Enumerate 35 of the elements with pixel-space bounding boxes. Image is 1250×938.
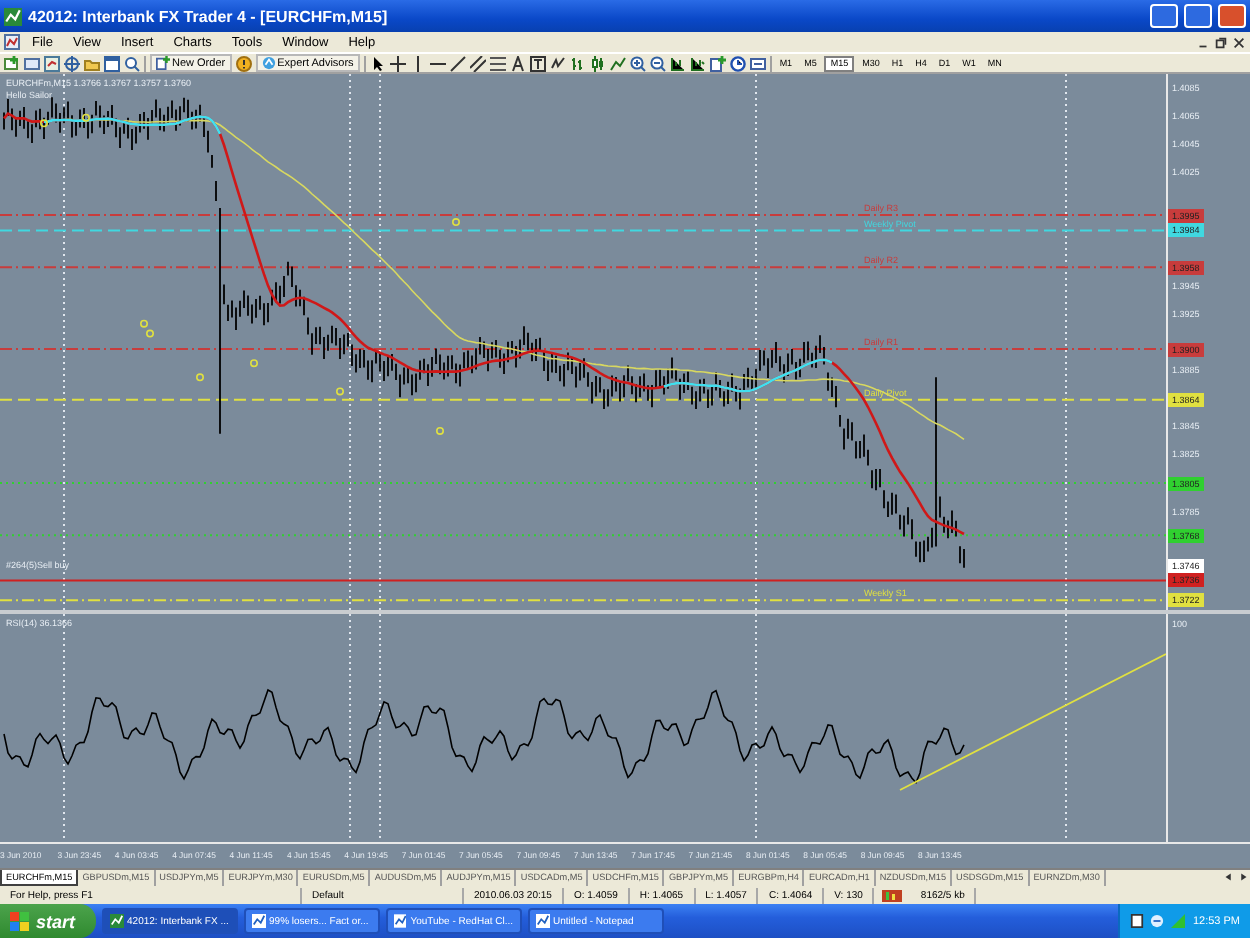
cursor-icon[interactable]: [369, 55, 386, 71]
clock-icon[interactable]: [729, 55, 746, 71]
zoom-out-icon[interactable]: [649, 55, 666, 71]
magnifier-icon[interactable]: [124, 55, 140, 71]
template-icon[interactable]: [749, 55, 766, 71]
window-icon: [535, 914, 550, 928]
line-chart-icon[interactable]: [609, 55, 626, 71]
window-icon: [393, 914, 407, 928]
chart-menu-icon[interactable]: [4, 34, 20, 50]
text-label-icon[interactable]: [529, 55, 546, 71]
navigator-icon[interactable]: [64, 55, 80, 71]
zoom-in-icon[interactable]: [629, 55, 646, 71]
terminal-icon[interactable]: [104, 55, 120, 71]
window-icon: [251, 914, 266, 928]
bar-chart-icon[interactable]: [569, 55, 586, 71]
close-button[interactable]: [1218, 4, 1246, 28]
window-title: 42012: Interbank FX Trader 4 - [EURCHFm,M15]: [28, 7, 390, 25]
text-icon[interactable]: [509, 55, 526, 71]
market-watch-icon[interactable]: [44, 55, 60, 71]
restore-icon[interactable]: [1214, 35, 1228, 49]
minimize-button[interactable]: [1150, 4, 1178, 28]
close-icon[interactable]: [1232, 35, 1246, 49]
crosshair-icon[interactable]: [389, 55, 406, 71]
app-icon: [4, 7, 22, 25]
indicator-add-icon[interactable]: [709, 55, 726, 71]
app-icon: [109, 914, 124, 928]
candlestick-icon[interactable]: [589, 55, 606, 71]
new-chart-icon[interactable]: [4, 55, 20, 71]
warning-icon[interactable]: [235, 55, 252, 71]
trend-line-icon[interactable]: [449, 55, 466, 71]
start-button[interactable]: start: [0, 904, 96, 938]
chart-window-icon[interactable]: [24, 55, 40, 71]
maximize-button[interactable]: [1184, 4, 1212, 28]
windows-flag-icon: [10, 911, 30, 931]
connection-icon: [882, 889, 903, 901]
